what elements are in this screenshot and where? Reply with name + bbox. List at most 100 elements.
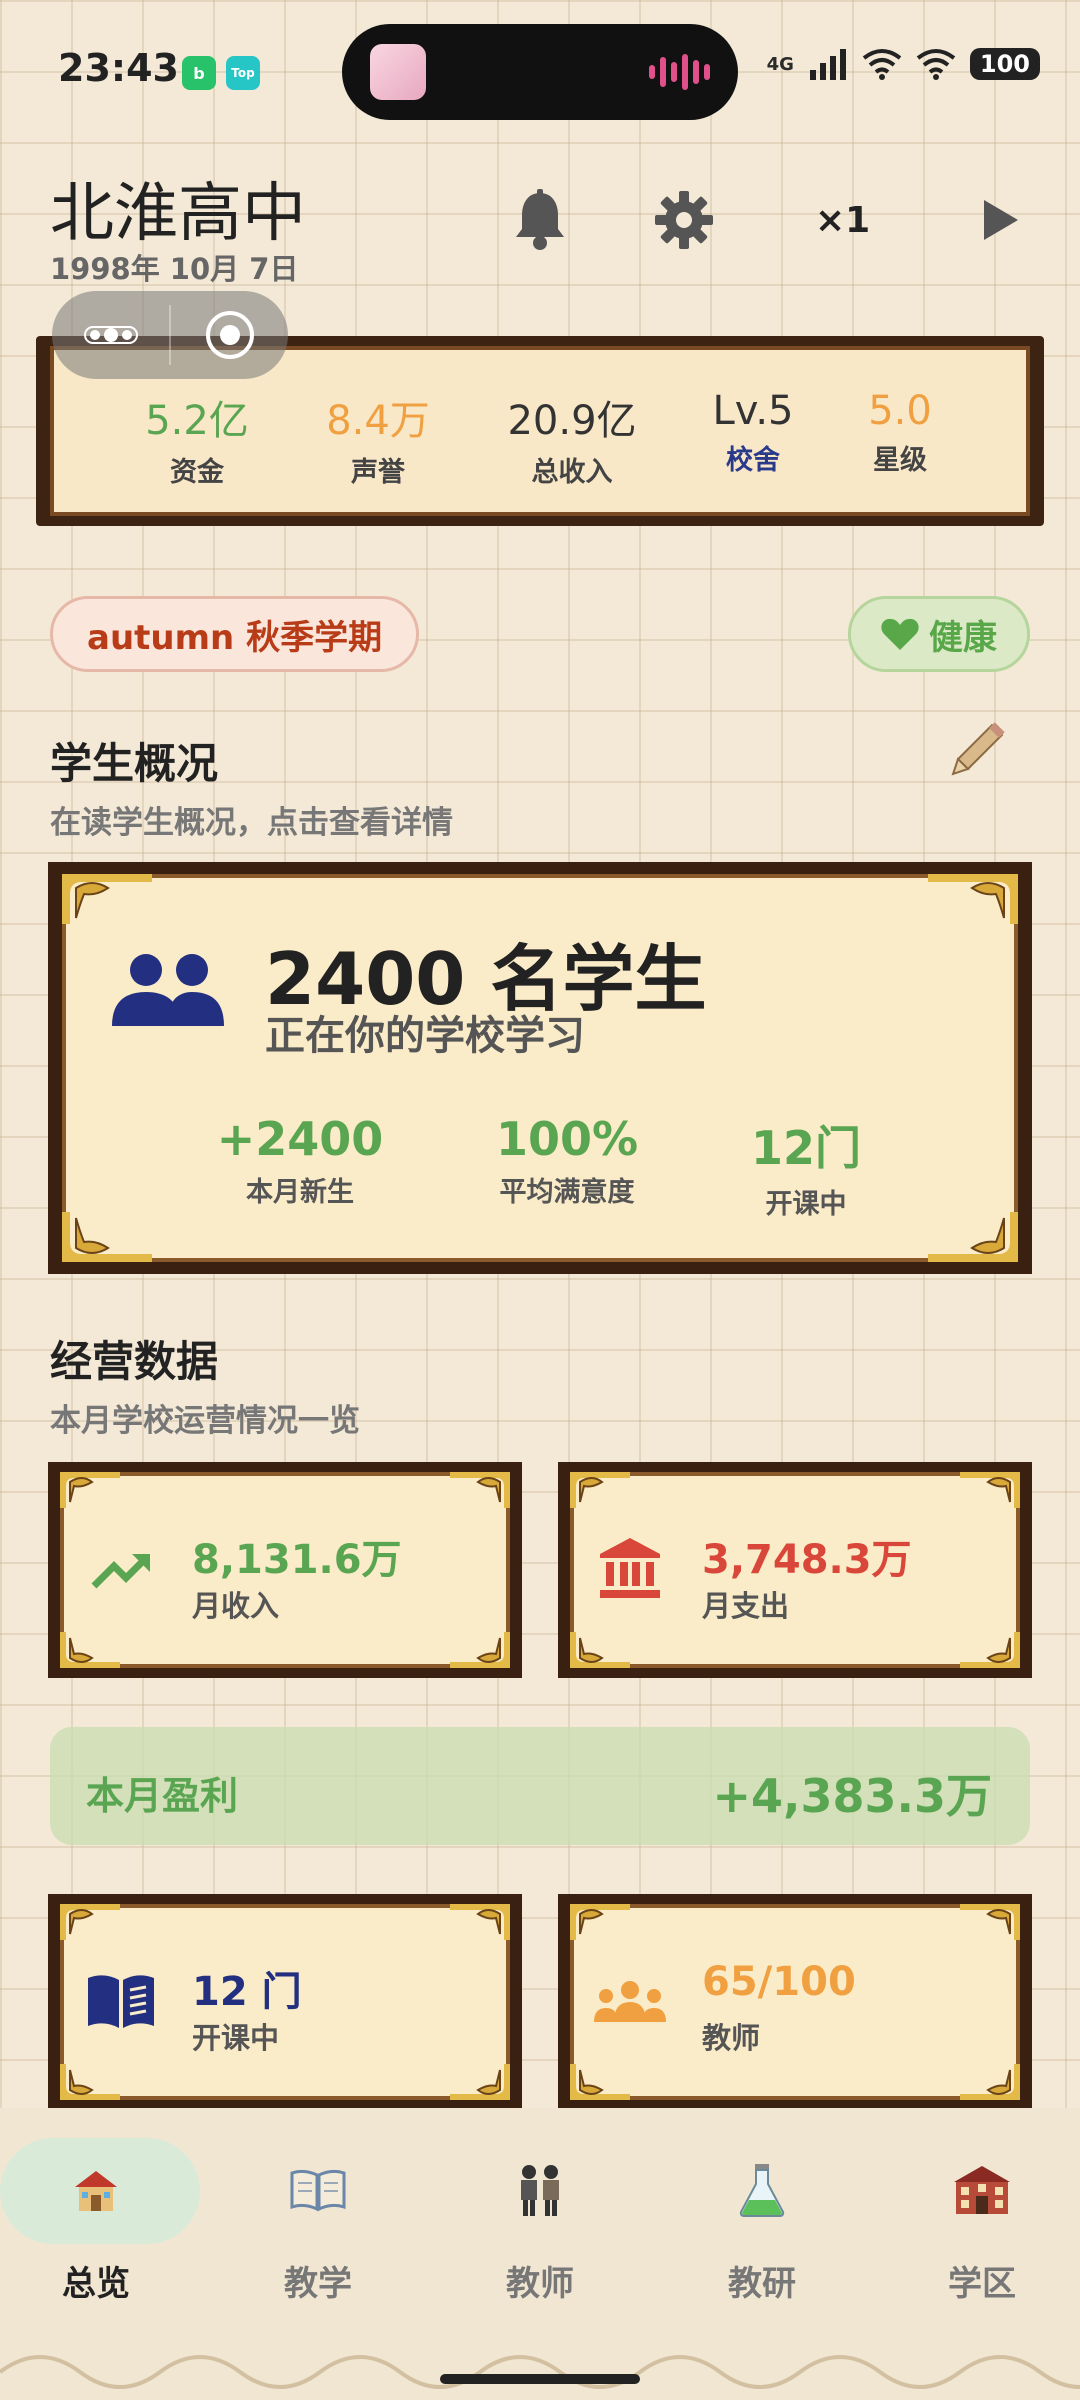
bank-icon [600,1538,660,1598]
stat-reputation[interactable]: 8.4万 声誉 [298,388,458,489]
stat-funds-label: 资金 [170,457,224,488]
nav-tab-teachers[interactable]: 教师 [450,2150,630,2305]
target-close-icon [205,311,254,359]
heart-icon [881,618,919,650]
nav-tab-research[interactable]: 教研 [672,2150,852,2305]
network-label: 4G [766,53,794,75]
bell-icon [516,189,564,250]
gear-icon [655,191,713,249]
income-label: 月收入 [192,1589,280,1623]
health-label: 健康 [929,617,997,658]
expense-value: 3,748.3万 [702,1537,912,1583]
ornament-corner [960,2064,1020,2100]
ornament-corner [570,1632,630,1668]
ornament-corner-tr [928,874,1018,924]
bottom-ornament-border [0,2355,1080,2389]
open-book-icon [228,2150,408,2230]
stat-total-income[interactable]: 20.9亿 总收入 [492,388,652,489]
wifi-icon-2 [916,49,956,80]
ornament-corner [570,1904,630,1940]
metric-satisfaction-value: 100% [495,1112,639,1166]
status-app-icon-label: b [193,63,205,83]
ornament-corner [450,1904,510,1940]
metric-courses-label: 开课中 [765,1189,847,1220]
ornament-corner [60,1472,120,1508]
wifi-icon [862,49,902,80]
ornament-corner [60,1904,120,1940]
school-name: 北淮高中 [50,177,306,251]
edit-button[interactable] [938,715,1012,793]
stat-funds-value: 5.2亿 [145,398,249,444]
book-icon [88,1975,154,2028]
metric-new-students-value: +2400 [216,1112,384,1166]
stat-funds[interactable]: 5.2亿 资金 [117,388,277,489]
metric-new-students-label: 本月新生 [246,1177,354,1208]
game-speed-button[interactable]: ×1 [815,200,870,241]
ornament-corner [60,1632,120,1668]
miniprogram-capsule [52,291,288,379]
nav-tab-district-label: 学区 [948,2264,1016,2304]
stat-building-level-label: 校舍 [726,445,780,476]
media-thumbnail [370,44,426,100]
teachers-label: 教师 [702,2021,761,2055]
students-group-icon [112,954,224,1026]
expense-label: 月支出 [702,1589,790,1623]
courses-label: 开课中 [192,2021,280,2055]
profit-label: 本月盈利 [86,1774,239,1818]
close-miniprogram-button[interactable] [171,291,288,379]
monthly-profit-bar: 本月盈利 +4,383.3万 [50,1727,1030,1845]
season-badge[interactable]: autumn 秋季学期 [50,596,420,672]
status-icons: 4G 100 [767,48,1040,80]
more-menu-button[interactable] [52,291,169,379]
stat-total-income-label: 总收入 [531,457,613,488]
ornament-corner-br [928,1212,1018,1262]
stat-building-level[interactable]: Lv.5 校舍 [673,388,833,477]
dynamic-island[interactable] [342,24,738,120]
stat-star-rating-label: 星级 [873,445,927,476]
nav-tab-teaching[interactable]: 教学 [228,2150,408,2305]
ornament-corner [450,1472,510,1508]
ornament-corner [60,2064,120,2100]
metric-satisfaction-label: 平均满意度 [499,1177,635,1208]
stat-total-income-value: 20.9亿 [507,398,637,444]
students-section-subtitle: 在读学生概况，点击查看详情 [50,805,453,841]
campus-building-icon [892,2150,1072,2230]
ornament-corner [450,1632,510,1668]
nav-tab-teachers-label: 教师 [506,2264,574,2304]
courses-value: 12 门 [192,1969,302,2015]
pencil-icon [951,722,1005,776]
battery-indicator: 100 [969,48,1040,80]
settings-button[interactable] [649,185,719,255]
audio-wave-icon [649,54,710,90]
play-button[interactable] [965,185,1035,255]
notification-bell-button[interactable] [505,185,575,255]
ornament-corner [570,2064,630,2100]
stat-star-rating[interactable]: 5.0 星级 [820,388,980,477]
profit-value: +4,383.3万 [712,1769,992,1823]
nav-tab-district[interactable]: 学区 [892,2150,1072,2305]
stat-reputation-label: 声誉 [351,457,405,488]
signal-icon [809,49,846,80]
ornament-corner [960,1632,1020,1668]
ornament-corner-bl [62,1212,152,1262]
nav-tab-teaching-label: 教学 [284,2264,352,2304]
ornament-corner [960,1904,1020,1940]
teachers-icon [450,2150,630,2230]
metric-new-students: +2400 本月新生 [180,1112,420,1209]
metric-satisfaction: 100% 平均满意度 [447,1112,687,1209]
nav-tab-overview[interactable]: 总览 [6,2150,186,2305]
metric-courses-value: 12门 [750,1121,861,1175]
ornament-corner-tl [62,874,152,924]
nav-tab-overview-label: 总览 [62,2264,130,2304]
more-dots-icon [83,326,138,344]
status-app-icon: b [182,56,216,90]
play-icon [984,200,1018,240]
flask-icon [672,2150,852,2230]
student-count-description: 正在你的学校学习 [265,1013,585,1059]
health-badge[interactable]: 健康 [848,596,1030,672]
operations-section-subtitle: 本月学校运营情况一览 [50,1403,360,1439]
status-app-icon-2-label: Top [231,66,255,80]
nav-tab-research-label: 教研 [728,2264,796,2304]
status-app-icon-2: Top [226,56,260,90]
students-section-title: 学生概况 [50,739,219,788]
